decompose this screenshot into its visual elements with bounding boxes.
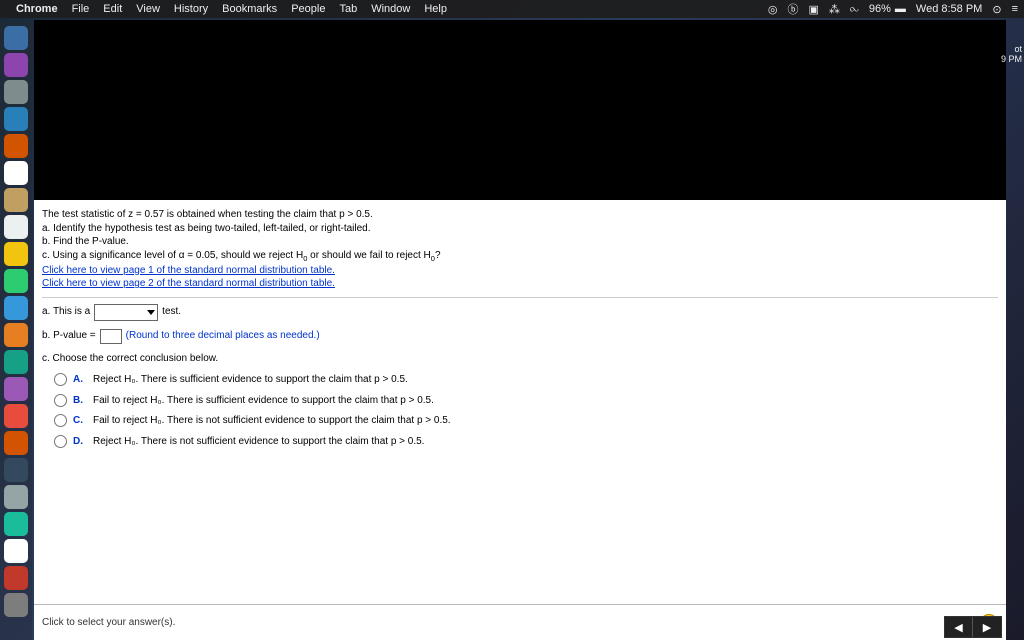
dock-app-9[interactable] xyxy=(4,269,28,293)
dock-app-12[interactable] xyxy=(4,350,28,374)
choice-b-radio[interactable] xyxy=(54,394,67,407)
footer-hint: Click to select your answer(s). xyxy=(42,617,175,628)
answer-a-suffix: test. xyxy=(162,305,181,319)
notif-line2: 9 PM xyxy=(1001,54,1022,64)
status-battery[interactable]: 96% ▬ xyxy=(869,3,906,15)
dock-app-7[interactable] xyxy=(4,215,28,239)
status-sync-icon[interactable]: ◎ xyxy=(768,3,778,16)
choice-d-letter: D. xyxy=(73,435,87,449)
status-user-icon[interactable]: ⊙ xyxy=(992,3,1001,16)
dock-app-10[interactable] xyxy=(4,296,28,320)
dock-app-0[interactable] xyxy=(4,26,28,50)
menu-file[interactable]: File xyxy=(72,3,90,15)
dock-app-14[interactable] xyxy=(4,404,28,428)
dock-app-19[interactable] xyxy=(4,539,28,563)
dock-app-20[interactable] xyxy=(4,566,28,590)
dock-app-2[interactable] xyxy=(4,80,28,104)
battery-percent: 96% xyxy=(869,3,891,15)
choice-b-text: Fail to reject H₀. There is sufficient e… xyxy=(93,394,434,408)
macos-menubar: Chrome File Edit View History Bookmarks … xyxy=(0,0,1024,18)
question-intro: The test statistic of z = 0.57 is obtain… xyxy=(42,208,998,222)
answer-b-hint: (Round to three decimal places as needed… xyxy=(126,329,320,343)
dock-app-17[interactable] xyxy=(4,485,28,509)
menu-window[interactable]: Window xyxy=(371,3,410,15)
choice-b-row[interactable]: B. Fail to reject H₀. There is sufficien… xyxy=(54,394,998,408)
dock-app-11[interactable] xyxy=(4,323,28,347)
dock-app-18[interactable] xyxy=(4,512,28,536)
menu-bookmarks[interactable]: Bookmarks xyxy=(222,3,277,15)
question-part-c: c. Using a significance level of α = 0.0… xyxy=(42,249,998,264)
dock-app-6[interactable] xyxy=(4,188,28,212)
status-b-icon[interactable]: ⓑ xyxy=(788,1,799,17)
answer-c-title: c. Choose the correct conclusion below. xyxy=(42,352,998,366)
menu-app[interactable]: Chrome xyxy=(16,3,58,15)
pagination-arrows: ◀ ▶ xyxy=(944,616,1002,638)
status-display-icon[interactable]: ▣ xyxy=(809,3,819,16)
background-notification: ot 9 PM xyxy=(1001,44,1024,64)
footer-bar: Click to select your answer(s). ? xyxy=(34,604,1006,640)
dock-app-21[interactable] xyxy=(4,593,28,617)
choice-a-text: Reject H₀. There is sufficient evidence … xyxy=(93,373,408,387)
status-wifi-icon[interactable]: ⧜ xyxy=(850,3,859,16)
choice-a-row[interactable]: A. Reject H₀. There is sufficient eviden… xyxy=(54,373,998,387)
z-table-link-2[interactable]: Click here to view page 2 of the standar… xyxy=(42,278,335,289)
choice-a-radio[interactable] xyxy=(54,373,67,386)
choice-d-radio[interactable] xyxy=(54,435,67,448)
choice-c-letter: C. xyxy=(73,414,87,428)
dock-app-16[interactable] xyxy=(4,458,28,482)
battery-icon: ▬ xyxy=(895,3,906,15)
chevron-down-icon xyxy=(147,310,155,315)
choice-a-letter: A. xyxy=(73,373,87,387)
p-value-input[interactable] xyxy=(100,329,122,344)
menu-people[interactable]: People xyxy=(291,3,325,15)
macos-dock xyxy=(0,22,32,640)
menu-edit[interactable]: Edit xyxy=(103,3,122,15)
answer-a-label: a. This is a xyxy=(42,305,90,319)
answer-a-row: a. This is a test. xyxy=(42,304,998,321)
blacked-out-region xyxy=(34,20,1006,200)
choice-c-radio[interactable] xyxy=(54,414,67,427)
choice-b-letter: B. xyxy=(73,394,87,408)
question-part-b: b. Find the P-value. xyxy=(42,235,998,249)
choice-d-text: Reject H₀. There is not sufficient evide… xyxy=(93,435,424,449)
menu-help[interactable]: Help xyxy=(424,3,447,15)
answer-b-row: b. P-value = (Round to three decimal pla… xyxy=(42,329,998,344)
dock-app-15[interactable] xyxy=(4,431,28,455)
z-table-link-1[interactable]: Click here to view page 1 of the standar… xyxy=(42,265,335,276)
next-button[interactable]: ▶ xyxy=(973,617,1001,637)
choice-c-text: Fail to reject H₀. There is not sufficie… xyxy=(93,414,451,428)
divider xyxy=(42,297,998,298)
app-window: The test statistic of z = 0.57 is obtain… xyxy=(34,20,1006,640)
choice-d-row[interactable]: D. Reject H₀. There is not sufficient ev… xyxy=(54,435,998,449)
dock-app-5[interactable] xyxy=(4,161,28,185)
menu-tab[interactable]: Tab xyxy=(339,3,357,15)
status-menu-icon[interactable]: ≡ xyxy=(1012,3,1018,15)
dock-app-13[interactable] xyxy=(4,377,28,401)
menu-history[interactable]: History xyxy=(174,3,208,15)
tail-type-dropdown[interactable] xyxy=(94,304,158,321)
question-panel: The test statistic of z = 0.57 is obtain… xyxy=(42,208,998,600)
dock-app-1[interactable] xyxy=(4,53,28,77)
menu-view[interactable]: View xyxy=(136,3,160,15)
status-clock[interactable]: Wed 8:58 PM xyxy=(916,3,982,15)
status-bluetooth-icon[interactable]: ⁂ xyxy=(829,3,840,16)
dock-app-4[interactable] xyxy=(4,134,28,158)
multiple-choice: A. Reject H₀. There is sufficient eviden… xyxy=(54,373,998,448)
question-part-a: a. Identify the hypothesis test as being… xyxy=(42,222,998,236)
choice-c-row[interactable]: C. Fail to reject H₀. There is not suffi… xyxy=(54,414,998,428)
dock-app-3[interactable] xyxy=(4,107,28,131)
notif-line1: ot xyxy=(1001,44,1022,54)
answer-b-label: b. P-value = xyxy=(42,329,96,343)
dock-app-8[interactable] xyxy=(4,242,28,266)
prev-button[interactable]: ◀ xyxy=(945,617,973,637)
